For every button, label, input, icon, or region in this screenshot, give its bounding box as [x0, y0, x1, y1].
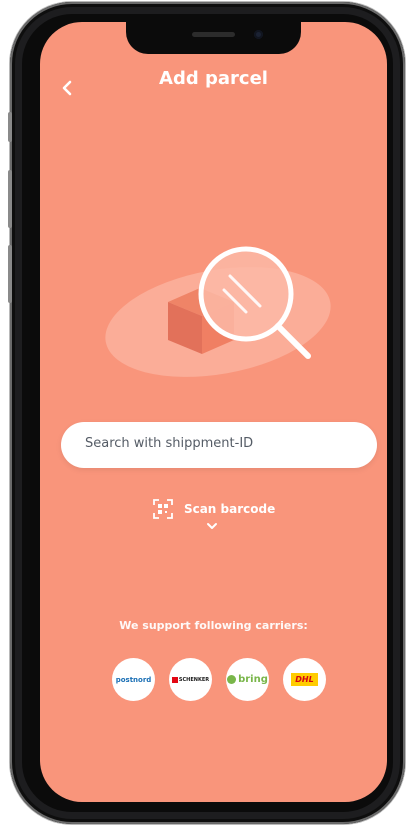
- volume-up-button: [8, 170, 12, 228]
- parcel-search-illustration: [105, 246, 331, 377]
- postnord-logo-text: postnord: [115, 675, 152, 684]
- mute-switch: [8, 112, 12, 142]
- search-placeholder: Search with shippment-ID: [85, 436, 254, 451]
- scan-barcode-label: Scan barcode: [183, 502, 276, 516]
- qr-code-icon: [152, 499, 173, 519]
- scan-barcode-button[interactable]: Scan barcode: [40, 498, 387, 520]
- carrier-schenker-logo: SCHENKER: [169, 658, 212, 701]
- bring-logo-text: bring: [238, 674, 268, 685]
- schenker-mark-icon: [171, 676, 178, 683]
- chevron-down-icon[interactable]: [205, 522, 219, 530]
- carriers-label: We support following carriers:: [119, 619, 308, 632]
- volume-down-button: [8, 245, 12, 303]
- app-screen: Add parcel Search with shippment-ID Scan…: [40, 22, 387, 802]
- dhl-logo-text: DHL: [291, 673, 318, 686]
- carrier-dhl-logo: DHL: [283, 658, 326, 701]
- carrier-bring-logo: bring: [226, 658, 269, 701]
- carrier-postnord-logo: postnord: [112, 658, 155, 701]
- search-input[interactable]: Search with shippment-ID: [61, 422, 377, 468]
- page-title: Add parcel: [159, 68, 268, 89]
- schenker-logo-text: SCHENKER: [178, 676, 210, 683]
- speaker: [192, 32, 235, 37]
- bring-mark-icon: [227, 675, 237, 684]
- camera: [254, 30, 263, 39]
- notch: [126, 22, 301, 54]
- carriers-list: postnord SCHENKER bring DHL: [112, 658, 327, 702]
